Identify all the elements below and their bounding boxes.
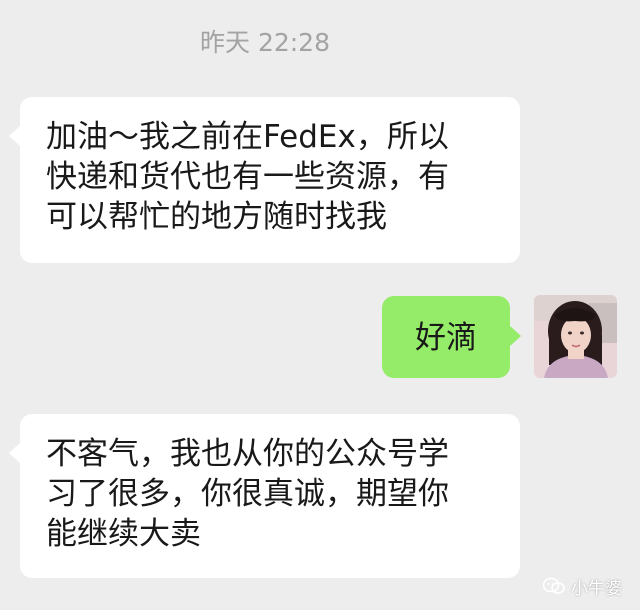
watermark-text: 小牛婆: [571, 578, 622, 599]
incoming-message-bubble[interactable]: 不客气，我也从你的公众号学 习了很多，你很真诚，期望你 能继续大卖: [9, 414, 520, 578]
avatar-photo: [534, 295, 617, 378]
wechat-official-account-icon: [543, 577, 565, 594]
outgoing-message-bubble[interactable]: 好滴: [382, 296, 521, 378]
watermark: 小牛婆: [543, 574, 622, 599]
incoming-message-bubble[interactable]: 加油～我之前在FedEx，所以 快递和货代也有一些资源，有 可以帮忙的地方随时找…: [9, 97, 520, 263]
message-timestamp: 昨天 22:28: [200, 28, 330, 57]
user-avatar[interactable]: [534, 295, 617, 378]
